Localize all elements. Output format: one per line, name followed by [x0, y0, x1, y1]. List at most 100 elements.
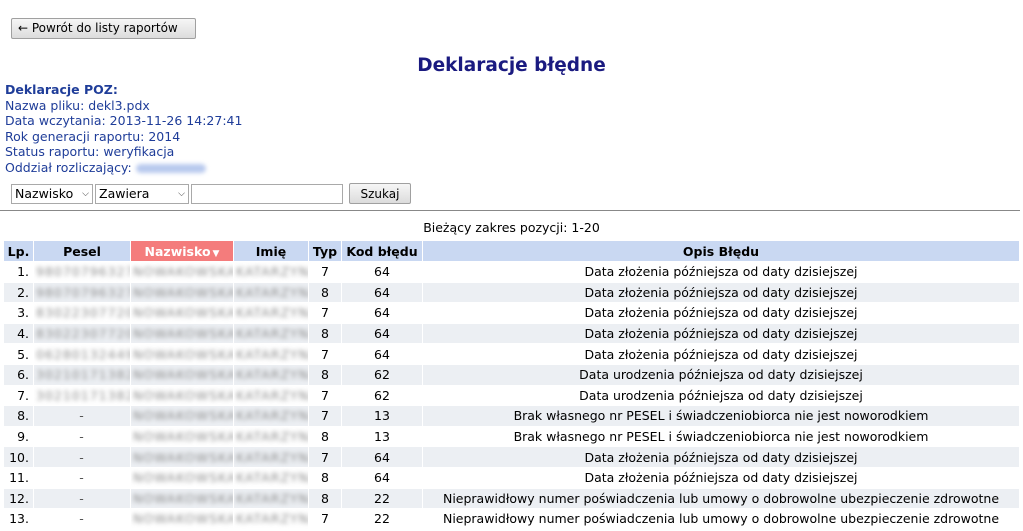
cell-nazwisko-value: NOWAKOWSKA — [133, 326, 233, 342]
cell-pesel-value: 98070796327 — [36, 264, 130, 280]
cell-kod: 64 — [342, 467, 422, 488]
cell-pesel: 06280132449 — [34, 344, 130, 364]
cell-lp: 7. — [4, 385, 33, 406]
cell-imie-value: KATARZYNA — [236, 490, 308, 506]
table-row: 9. - NOWAKOWSKA KATARZYNA 8 13 Brak włas… — [4, 426, 1019, 447]
load-date: Data wczytania: 2013-11-26 14:27:41 — [5, 113, 243, 128]
cell-imie-value: KATARZYNA — [236, 326, 308, 342]
file-name: Nazwa pliku: dekl3.pdx — [5, 97, 150, 113]
cell-kod: 64 — [342, 262, 422, 282]
filter-mode-select[interactable]: Zawiera ⌵ — [95, 183, 189, 204]
report-year: Rok generacji raportu: 2014 — [5, 128, 181, 144]
cell-kod: 22 — [342, 509, 422, 529]
cell-imie-value: KATARZYNA — [236, 511, 308, 527]
cell-pesel: - — [34, 488, 130, 509]
range-indicator: Bieżący zakres pozycji: 1-20 — [423, 220, 600, 235]
column-header-typ[interactable]: Typ — [309, 241, 341, 261]
cell-typ: 8 — [309, 364, 341, 385]
cell-imie-value: KATARZYNA — [236, 387, 308, 403]
cell-kod: 22 — [342, 488, 422, 509]
column-header-opis[interactable]: Opis Błędu — [423, 241, 1019, 261]
chevron-down-icon: ⌵ — [178, 188, 185, 199]
cell-nazwisko-value: NOWAKOWSKA — [133, 490, 233, 506]
cell-nazwisko-value: NOWAKOWSKA — [133, 387, 233, 403]
cell-pesel-value: 06280132449 — [36, 346, 130, 362]
cell-pesel-value: 30210171382 — [36, 387, 130, 403]
cell-opis: Data złożenia późniejsza od daty dzisiej… — [423, 323, 1019, 344]
cell-lp: 9. — [4, 426, 33, 447]
sort-desc-icon: ▼ — [212, 248, 220, 259]
search-button[interactable]: Szukaj — [349, 183, 411, 204]
column-header-nazwisko-label: Nazwisko — [144, 243, 211, 259]
filter-field-select[interactable]: Nazwisko ⌵ — [11, 183, 93, 204]
column-header-kod[interactable]: Kod błędu — [342, 241, 422, 261]
table-body: 1. 98070796327 NOWAKOWSKA KATARZYNA 7 64… — [4, 262, 1019, 529]
cell-nazwisko: NOWAKOWSKA — [131, 426, 233, 447]
filter-bar: Nazwisko ⌵ Zawiera ⌵ Szukaj — [11, 183, 411, 204]
cell-typ: 8 — [309, 323, 341, 344]
column-header-imie[interactable]: Imię — [234, 241, 308, 261]
table-row: 4. 83022307720 NOWAKOWSKA KATARZYNA 8 64… — [4, 323, 1019, 344]
cell-kod: 62 — [342, 385, 422, 406]
cell-pesel-value: 83022307720 — [36, 326, 130, 342]
back-to-reports-button[interactable]: ← Powrót do listy raportów — [11, 18, 196, 39]
cell-typ: 8 — [309, 467, 341, 488]
cell-imie-value: KATARZYNA — [236, 470, 308, 486]
cell-kod: 64 — [342, 282, 422, 303]
cell-lp: 2. — [4, 282, 33, 303]
cell-lp: 1. — [4, 262, 33, 282]
cell-nazwisko-value: NOWAKOWSKA — [133, 284, 233, 300]
table-row: 11. - NOWAKOWSKA KATARZYNA 8 64 Data zło… — [4, 467, 1019, 488]
cell-typ: 7 — [309, 303, 341, 323]
cell-imie-value: KATARZYNA — [236, 367, 308, 383]
cell-nazwisko: NOWAKOWSKA — [131, 364, 233, 385]
cell-pesel-value: - — [79, 511, 85, 527]
column-header-pesel[interactable]: Pesel — [34, 241, 130, 261]
cell-lp: 13. — [4, 509, 33, 529]
report-info: Deklaracje POZ: Nazwa pliku: dekl3.pdx D… — [5, 82, 242, 175]
cell-imie: KATARZYNA — [234, 447, 308, 467]
table-row: 7. 30210171382 NOWAKOWSKA KATARZYNA 7 62… — [4, 385, 1019, 406]
redacted-branch — [135, 163, 206, 173]
cell-nazwisko-value: NOWAKOWSKA — [133, 346, 233, 362]
branch-label: Oddział rozliczający: — [5, 159, 132, 175]
cell-pesel: 98070796327 — [34, 262, 130, 282]
cell-imie: KATARZYNA — [234, 509, 308, 529]
cell-imie: KATARZYNA — [234, 406, 308, 426]
cell-nazwisko-value: NOWAKOWSKA — [133, 429, 233, 445]
column-header-nazwisko[interactable]: Nazwisko ▼ — [131, 241, 233, 261]
search-input[interactable] — [191, 183, 343, 204]
cell-typ: 7 — [309, 447, 341, 467]
cell-kod: 13 — [342, 426, 422, 447]
table-row: 1. 98070796327 NOWAKOWSKA KATARZYNA 7 64… — [4, 262, 1019, 282]
errors-table: Lp. Pesel Nazwisko ▼ Imię Typ Kod błędu O… — [3, 240, 1020, 530]
cell-lp: 10. — [4, 447, 33, 467]
cell-imie-value: KATARZYNA — [236, 449, 308, 465]
cell-imie: KATARZYNA — [234, 344, 308, 364]
report-status: Status raportu: weryfikacja — [5, 144, 175, 159]
cell-imie: KATARZYNA — [234, 467, 308, 488]
cell-typ: 7 — [309, 344, 341, 364]
cell-kod: 64 — [342, 344, 422, 364]
cell-typ: 7 — [309, 385, 341, 406]
divider — [0, 210, 1020, 211]
cell-imie-value: KATARZYNA — [236, 429, 308, 445]
cell-pesel-value: 98070796327 — [36, 284, 130, 300]
column-header-lp[interactable]: Lp. — [4, 241, 33, 261]
cell-nazwisko: NOWAKOWSKA — [131, 385, 233, 406]
cell-pesel-value: - — [79, 470, 85, 486]
cell-kod: 62 — [342, 364, 422, 385]
cell-imie: KATARZYNA — [234, 262, 308, 282]
cell-imie-value: KATARZYNA — [236, 284, 308, 300]
cell-pesel-value: - — [79, 449, 85, 465]
table-row: 10. - NOWAKOWSKA KATARZYNA 7 64 Data zło… — [4, 447, 1019, 467]
cell-opis: Nieprawidłowy numer poświadczenia lub um… — [423, 509, 1019, 529]
cell-lp: 3. — [4, 303, 33, 323]
cell-lp: 5. — [4, 344, 33, 364]
cell-pesel-value: - — [79, 429, 85, 445]
cell-pesel: - — [34, 426, 130, 447]
cell-typ: 8 — [309, 488, 341, 509]
cell-lp: 12. — [4, 488, 33, 509]
filter-field-value: Nazwisko — [15, 186, 74, 201]
table-row: 3. 83022307720 NOWAKOWSKA KATARZYNA 7 64… — [4, 303, 1019, 323]
